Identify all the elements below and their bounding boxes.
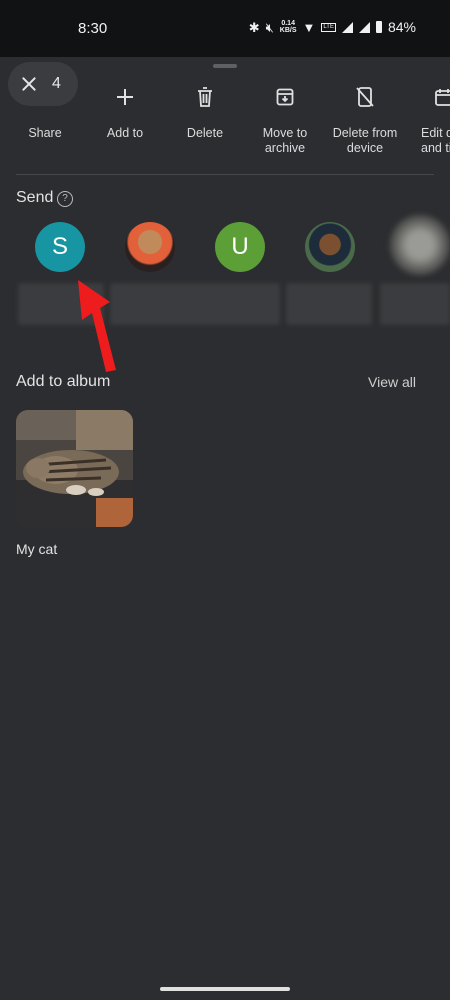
archive-icon [250,84,320,110]
add-to-button[interactable]: Add to [94,84,156,141]
signal-icon-2 [358,21,370,33]
volte-icon: LTE [321,22,336,32]
album-thumbnail-my-cat[interactable] [16,410,133,527]
add-to-label: Add to [106,126,144,140]
trash-icon [174,84,236,110]
edit-date-time-button[interactable]: Edit d and ti [418,84,450,156]
contact-name-redacted [380,283,450,325]
move-to-archive-label: Move to archive [262,126,308,155]
contact-initial: U [231,233,249,260]
add-to-album-title: Add to album [16,373,111,390]
network-speed: 0.14 KB/S [279,20,297,34]
album-name: My cat [16,541,58,557]
status-icons: ✱ 🔇︎ 0.14 KB/S ▼ LTE 84% [249,19,416,35]
wifi-icon: ▼ [302,19,316,35]
delete-label: Delete [186,126,224,140]
delete-from-device-label: Delete from device [332,126,398,155]
move-to-archive-button[interactable]: Move to archive [250,84,320,156]
delete-from-device-button[interactable]: Delete from device [326,84,404,156]
gesture-home-bar[interactable] [160,987,290,991]
contact-avatar-u[interactable]: U [215,222,265,272]
contact-avatar-s[interactable]: S [35,222,85,272]
annotation-arrow [78,280,116,372]
battery-percent: 84% [387,19,416,35]
battery-icon [375,21,382,33]
edit-date-time-label: Edit d and ti [421,126,450,155]
bluetooth-icon: ✱ [248,19,260,35]
contact-avatar-photo-2[interactable] [305,222,355,272]
calendar-edit-icon [418,84,450,110]
contact-avatar-photo-1[interactable] [125,222,175,272]
delete-from-device-icon [326,84,404,110]
sheet-drag-handle[interactable] [213,64,237,68]
help-icon[interactable]: ? [57,191,73,207]
share-label: Share [28,126,62,140]
delete-button[interactable]: Delete [174,84,236,141]
plus-icon [94,84,156,110]
signal-icon [341,21,353,33]
status-time: 8:30 [78,20,108,37]
contact-name-redacted [110,283,280,325]
contact-initial: S [51,233,68,260]
contact-name-redacted [286,283,372,325]
status-bar: 8:30 ✱ 🔇︎ 0.14 KB/S ▼ LTE 84% [0,0,450,57]
send-title: Send [16,189,54,206]
mute-icon: 🔇︎ [265,19,274,35]
view-all-link[interactable]: View all [368,374,416,390]
contact-avatar-blurred[interactable] [390,215,450,275]
share-button[interactable]: Share [14,84,76,141]
divider [16,174,434,175]
